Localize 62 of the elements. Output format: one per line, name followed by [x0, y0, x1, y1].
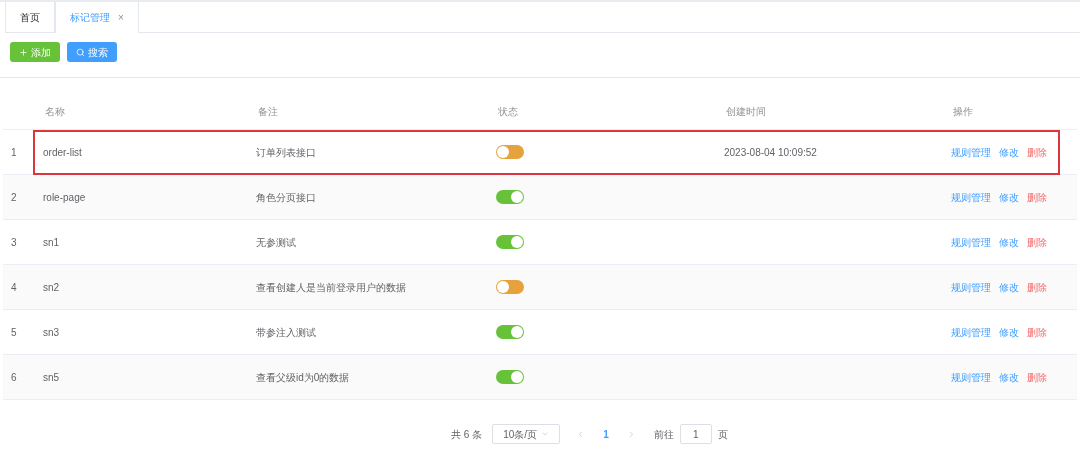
delete-link[interactable]: 删除 [1027, 189, 1047, 205]
row-number: 2 [11, 191, 17, 203]
delete-link[interactable]: 删除 [1027, 279, 1047, 295]
action-link[interactable]: 修改 [999, 189, 1019, 205]
delete-link[interactable]: 删除 [1027, 369, 1047, 385]
page-input[interactable]: 1 [679, 424, 712, 444]
column-header: 操作 [953, 106, 973, 117]
tab[interactable]: 标记管理 × [55, 2, 139, 33]
status-switch[interactable] [496, 145, 524, 159]
table-cell: role-page [43, 191, 86, 203]
action-link[interactable]: 修改 [999, 324, 1019, 340]
page-suffix: 页 [717, 427, 728, 442]
row-number: 3 [11, 236, 17, 248]
column-header: 备注 [258, 106, 278, 117]
status-switch[interactable] [496, 235, 524, 249]
action-link[interactable]: 规则管理 [951, 189, 991, 205]
row-number: 5 [11, 326, 17, 338]
action-link[interactable]: 规则管理 [951, 369, 991, 385]
table-cell: 订单列表接口 [256, 146, 316, 158]
table-cell: 角色分页接口 [256, 191, 316, 203]
column-header: 创建时间 [726, 106, 766, 117]
table-cell: 2023-08-04 10:09:52 [724, 146, 817, 158]
status-switch[interactable] [496, 325, 524, 339]
action-link[interactable]: 修改 [999, 234, 1019, 250]
column-header: 名称 [45, 106, 65, 117]
table-cell: 无参测试 [256, 236, 296, 248]
status-switch[interactable] [496, 190, 524, 204]
table-cell: 查看创建人是当前登录用户的数据 [256, 281, 406, 293]
table-cell: 带参注入测试 [256, 326, 316, 338]
action-link[interactable]: 规则管理 [951, 324, 991, 340]
row-number: 6 [11, 371, 17, 383]
action-link[interactable]: 修改 [999, 144, 1019, 160]
total-count: 共 6 条 [451, 427, 483, 442]
dropdown-caret-icon [541, 430, 550, 438]
column-header: 状态 [498, 106, 518, 117]
table-cell: sn2 [43, 281, 60, 293]
plus-icon [19, 47, 28, 57]
table-cell: order-list [43, 146, 82, 158]
search-icon [76, 47, 85, 57]
action-link[interactable]: 修改 [999, 279, 1019, 295]
action-link[interactable]: 规则管理 [951, 144, 991, 160]
delete-link[interactable]: 删除 [1027, 324, 1047, 340]
delete-link[interactable]: 删除 [1027, 234, 1047, 250]
table-cell: sn3 [43, 326, 60, 338]
table-cell: sn1 [43, 236, 60, 248]
action-link[interactable]: 修改 [999, 369, 1019, 385]
action-link[interactable]: 规则管理 [951, 234, 991, 250]
status-switch[interactable] [496, 370, 524, 384]
goto-label: 前往 [653, 427, 674, 442]
page-number[interactable]: 1 [595, 426, 617, 442]
row-number: 4 [11, 281, 17, 293]
table-cell: 查看父级id为0的数据 [256, 371, 350, 383]
tab[interactable]: 首页 [5, 2, 55, 32]
add-button[interactable]: 添加 [10, 42, 60, 62]
page-size-select[interactable]: 10条/页 [492, 424, 561, 444]
delete-link[interactable]: 删除 [1027, 144, 1047, 160]
close-icon[interactable]: × [118, 10, 124, 25]
status-switch[interactable] [496, 280, 524, 294]
action-link[interactable]: 规则管理 [951, 279, 991, 295]
row-number: 1 [11, 146, 17, 158]
search-button[interactable]: 搜索 [67, 42, 117, 62]
table-cell: sn5 [43, 371, 60, 383]
